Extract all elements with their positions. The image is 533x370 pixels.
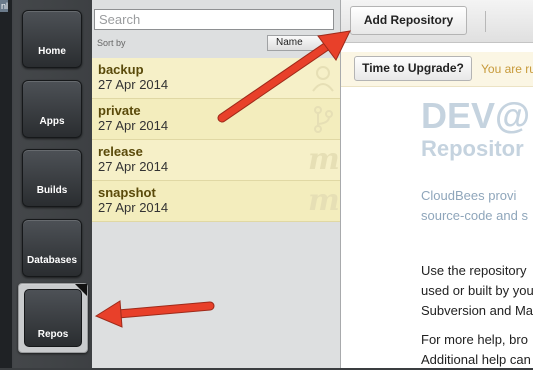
usage-paragraph: Use the repository used or built by you … <box>421 261 533 321</box>
time-to-upgrade-button[interactable]: Time to Upgrade? <box>354 56 472 81</box>
sort-select[interactable]: Name <box>267 35 335 51</box>
main-nav: nl Home Apps Builds Databases Repos <box>0 0 92 368</box>
usage-line: Use the repository <box>421 263 527 278</box>
content-toolbar: Add Repository <box>341 0 533 43</box>
repo-date: 27 Apr 2014 <box>98 118 169 133</box>
help-line: Additional help can <box>421 352 531 367</box>
search-input[interactable] <box>94 9 334 30</box>
page-title: DEV@ <box>421 95 531 136</box>
sort-by-label: Sort by <box>97 38 126 48</box>
intro-line: CloudBees provi <box>421 188 517 203</box>
page-subtitle: Repositor <box>421 136 524 161</box>
repo-name: snapshot <box>98 185 156 200</box>
repo-row-backup[interactable]: backup 27 Apr 2014 <box>92 58 340 99</box>
repo-row-release[interactable]: release 27 Apr 2014 m <box>92 140 340 181</box>
nav-builds-button[interactable]: Builds <box>22 149 82 207</box>
window-edge-label: nl <box>0 0 8 12</box>
nav-home-button[interactable]: Home <box>22 10 82 68</box>
help-paragraph: For more help, bro Additional help can <box>421 330 531 370</box>
upgrade-message: You are ru <box>481 62 533 76</box>
repo-name: backup <box>98 62 144 77</box>
toolbar-divider <box>485 11 486 32</box>
maven-icon: m <box>308 142 340 177</box>
nav-repos-button[interactable]: Repos <box>18 283 88 353</box>
nav-apps-label: Apps <box>39 116 65 127</box>
usage-line: Subversion and Mav <box>421 303 533 318</box>
active-corner-indicator <box>75 284 87 296</box>
nav-databases-button[interactable]: Databases <box>22 219 82 277</box>
intro-paragraph: CloudBees provi source-code and s <box>421 186 528 226</box>
nav-databases-label: Databases <box>26 255 78 266</box>
repo-date: 27 Apr 2014 <box>98 77 169 92</box>
repo-date: 27 Apr 2014 <box>98 159 169 174</box>
intro-line: source-code and s <box>421 208 528 223</box>
repo-date: 27 Apr 2014 <box>98 200 169 215</box>
upgrade-banner: Time to Upgrade? You are ru <box>341 52 533 87</box>
maven-icon: m <box>308 183 340 218</box>
help-line: For more help, bro <box>421 332 528 347</box>
avatar-icon <box>308 63 338 93</box>
repo-row-private[interactable]: private 27 Apr 2014 <box>92 99 340 140</box>
nav-apps-button[interactable]: Apps <box>22 80 82 138</box>
repo-name: release <box>98 144 143 159</box>
add-repository-button[interactable]: Add Repository <box>350 6 467 35</box>
repo-list-panel: Sort by Name backup 27 Apr 2014 private … <box>92 0 341 368</box>
nav-home-label: Home <box>38 46 66 57</box>
window-edge <box>0 0 12 368</box>
git-branch-icon <box>308 104 338 134</box>
repo-row-snapshot[interactable]: snapshot 27 Apr 2014 m <box>92 181 340 222</box>
repository-content: Add Repository Time to Upgrade? You are … <box>341 0 533 368</box>
usage-line: used or built by you <box>421 283 533 298</box>
repo-name: private <box>98 103 141 118</box>
nav-repos-label: Repos <box>37 329 69 340</box>
nav-builds-label: Builds <box>36 185 68 196</box>
